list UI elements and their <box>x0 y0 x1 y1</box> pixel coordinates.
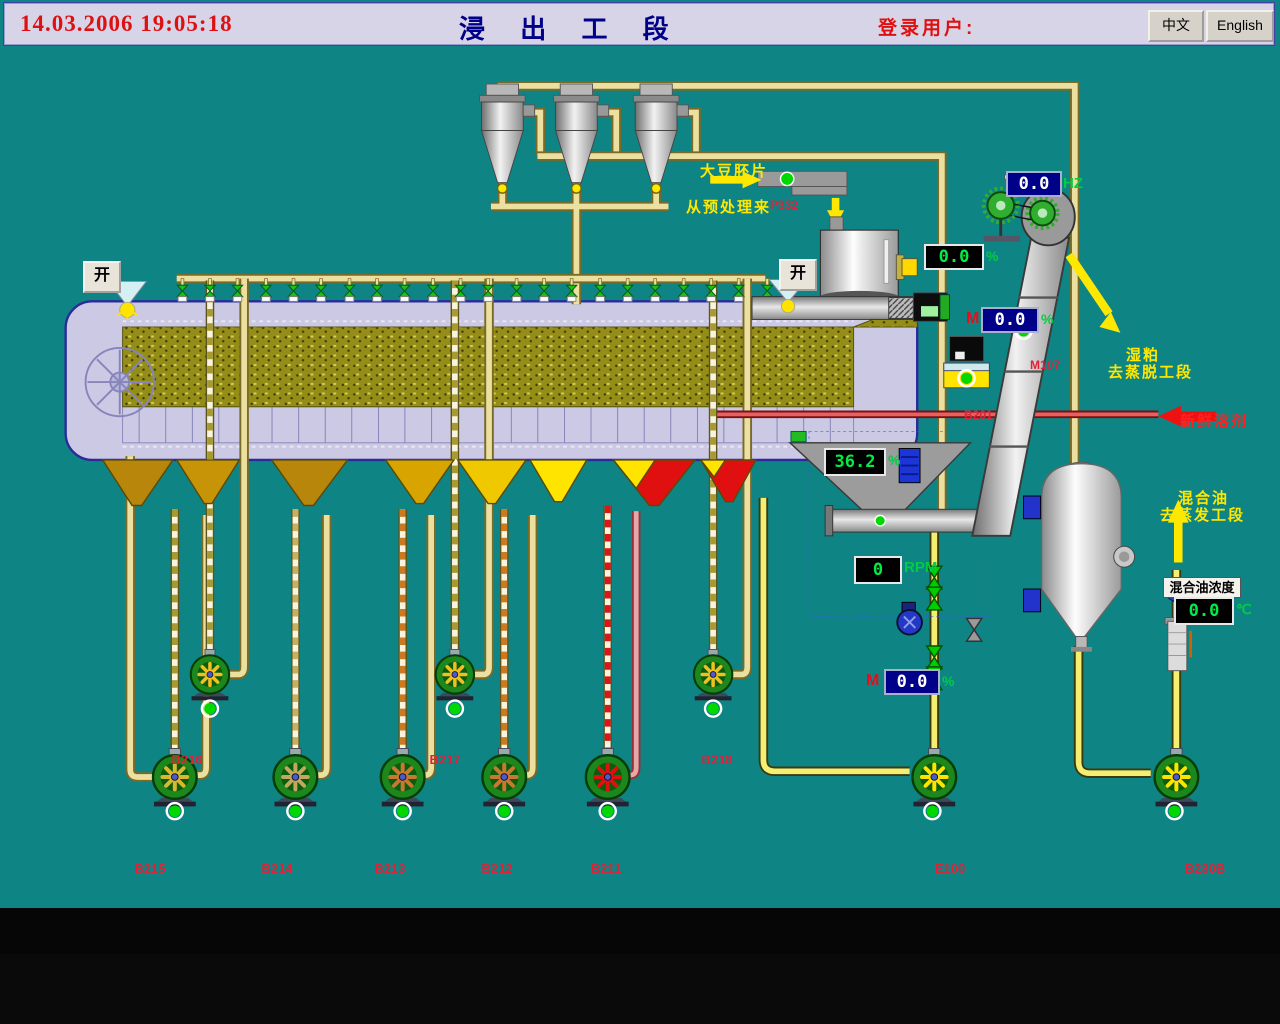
nav-bar: 浸出工段 D.T.D.C 混合油蒸发 溶剂冷凝 水化脱胶 磷脂干燥 辅助工段 报… <box>0 908 1280 954</box>
redler-feeder <box>944 336 990 387</box>
process-mimic <box>0 46 1280 908</box>
pump-tag-b211: B211 <box>573 861 639 876</box>
pump-tag-b213: B213 <box>357 861 423 876</box>
screw-conveyor[interactable] <box>825 505 996 535</box>
pump-b218[interactable] <box>694 649 732 716</box>
pump-tag-b215: B215 <box>117 861 183 876</box>
feed-level-unit: % <box>986 248 998 264</box>
inlet-motor-unit: % <box>1041 311 1053 327</box>
oil-concentration-display: 0.0 <box>1174 597 1234 625</box>
pump-b212[interactable] <box>482 749 526 820</box>
feed-level-display: 0.0 <box>924 244 984 270</box>
extractor-level-display: 36.2 <box>824 448 886 476</box>
oil-concentration-unit: ℃ <box>1236 601 1252 618</box>
datetime: 14.03.2006 19:05:18 <box>20 11 233 37</box>
pump-tag-b217: B217 <box>412 752 478 767</box>
soybean-flakes-label: 大豆胚片 <box>700 160 768 181</box>
inlet-motor-m: M <box>966 310 979 328</box>
pump-b216[interactable] <box>191 649 229 716</box>
page-title: 浸 出 工 段 <box>459 9 683 46</box>
redler-tag: B201 <box>964 408 993 422</box>
outlet-motor-display: 0.0 <box>884 669 940 695</box>
mixed-oil-conc-label: 混合油浓度 <box>1163 577 1241 598</box>
cyclone-group <box>480 84 689 193</box>
feed-conveyor <box>758 171 847 195</box>
alarm-panel: 2 14/03/06 下午 06:47:12 209 E140出口溶剂温度高报警… <box>0 954 1280 1024</box>
feeder-conveyor-tag: P332 <box>770 198 798 212</box>
pump-b230b[interactable] <box>1155 749 1199 820</box>
pump-b217[interactable] <box>436 649 474 716</box>
lang-english-button[interactable]: English <box>1206 10 1274 42</box>
screw-speed-display: 0 <box>854 556 902 584</box>
elevator-freq-unit: HZ <box>1063 175 1083 192</box>
pump-tag-b218: B218 <box>684 752 750 767</box>
pump-b214[interactable] <box>274 749 318 820</box>
inlet-motor-display: 0.0 <box>981 307 1039 333</box>
login-user-label: 登录用户: <box>878 13 975 40</box>
wet-meal-label-2: 去蒸脱工段 <box>1108 361 1193 382</box>
fresh-solvent-label: 新鲜溶剂 <box>1180 410 1248 431</box>
pump-tag-b212: B212 <box>464 861 530 876</box>
extractor-hoppers <box>103 460 756 506</box>
scada-screen: 14.03.2006 19:05:18 浸 出 工 段 登录用户: 中文 Eng… <box>0 0 1280 1024</box>
pump-b211[interactable] <box>586 749 630 820</box>
pump-e100[interactable] <box>912 749 956 820</box>
open-button-right[interactable]: 开 <box>779 259 817 291</box>
open-button-left[interactable]: 开 <box>83 261 121 293</box>
sampling-pump <box>897 602 922 634</box>
pump-tag-b230b: B230B <box>1172 861 1238 876</box>
pump-tag-b214: B214 <box>244 861 310 876</box>
solvent-tank <box>1024 462 1135 651</box>
elevator-tag: M107 <box>1030 358 1060 372</box>
elevator-freq-display: 0.0 <box>1006 171 1062 197</box>
pump-tag-b216: B216 <box>154 752 220 767</box>
from-pretreatment-label: 从预处理来 <box>686 196 771 217</box>
extractor-level-unit: % <box>888 452 900 468</box>
outlet-motor-m: M <box>866 672 879 690</box>
pump-tag-e100: E100 <box>917 861 983 876</box>
header-bar: 14.03.2006 19:05:18 浸 出 工 段 登录用户: 中文 Eng… <box>3 2 1275 46</box>
mixed-oil-label-2: 去蒸发工段 <box>1160 504 1245 525</box>
feed-hopper-tank <box>820 217 917 302</box>
outlet-motor-unit: % <box>942 673 954 689</box>
screw-speed-unit: RPM <box>904 559 937 576</box>
lang-chinese-button[interactable]: 中文 <box>1148 10 1204 42</box>
